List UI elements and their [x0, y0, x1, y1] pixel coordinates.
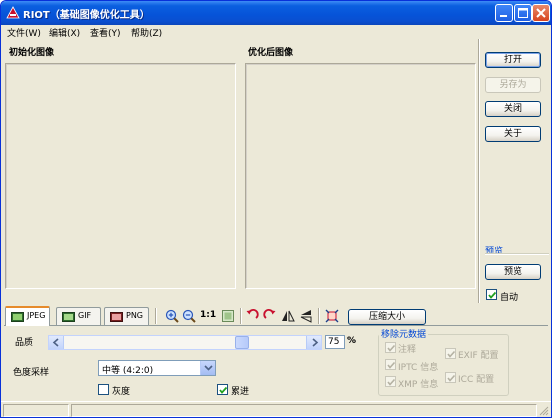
resize-grip-icon[interactable] [538, 405, 549, 416]
status-bar [1, 401, 551, 417]
grayscale-checkbox[interactable] [98, 384, 109, 395]
checkmark-icon [219, 386, 228, 394]
remove-iptc-checkbox[interactable] [385, 359, 396, 370]
remove-comments-checkbox[interactable] [385, 342, 396, 353]
checkmark-icon [447, 350, 456, 358]
about-button[interactable]: 关于 [485, 126, 541, 142]
remove-xmp-label: XMP 信息 [398, 380, 439, 390]
remove-exif-label: EXIF 配置 [458, 351, 499, 361]
png-file-icon [110, 312, 123, 322]
quality-unit: % [347, 336, 357, 346]
rotate-left-icon[interactable] [245, 309, 259, 323]
checkmark-icon [488, 291, 497, 299]
tab-gif-label: GIF [78, 311, 92, 320]
remove-exif-checkbox[interactable] [445, 348, 456, 359]
panel-divider [478, 39, 480, 303]
title-bar[interactable]: RIOT（基础图像优化工具） [1, 1, 551, 25]
zoom-out-icon[interactable] [182, 309, 196, 323]
minimize-icon [500, 15, 507, 17]
flip-vertical-icon[interactable] [299, 309, 313, 323]
close-icon [536, 8, 546, 18]
menu-edit[interactable]: 编辑(X) [49, 26, 80, 39]
fit-image-icon[interactable] [221, 309, 235, 323]
tab-png[interactable]: PNG [104, 307, 149, 325]
menu-help[interactable]: 帮助(Z) [131, 26, 162, 39]
quality-value-input[interactable]: 75 [325, 335, 345, 349]
save-as-button[interactable]: 另存为 [485, 77, 541, 93]
remove-xmp-checkbox[interactable] [385, 376, 396, 387]
slider-right-arrow[interactable] [306, 336, 321, 349]
progressive-label: 累进 [231, 387, 250, 397]
checkmark-icon [387, 378, 396, 386]
menu-file[interactable]: 文件(W) [7, 26, 41, 39]
app-window: RIOT（基础图像优化工具） 文件(W) 编辑(X) 查看(Y) 帮助(Z) 初… [0, 0, 552, 418]
maximize-icon [518, 8, 528, 18]
actual-size-button[interactable]: 1:1 [200, 310, 216, 320]
tab-gif[interactable]: GIF [56, 307, 101, 325]
tab-jpeg-label: JPEG [27, 311, 46, 320]
remove-icc-checkbox[interactable] [445, 372, 456, 383]
original-image-panel[interactable] [5, 63, 236, 289]
tab-strip-line [4, 325, 548, 326]
toolbar-separator [240, 308, 242, 324]
chevron-left-icon [52, 338, 59, 347]
quality-label: 品质 [15, 338, 34, 348]
chevron-down-icon [204, 365, 213, 371]
toolbar-separator [155, 308, 157, 324]
maximize-button[interactable] [514, 4, 532, 22]
optimized-image-label: 优化后图像 [248, 48, 294, 58]
window-title: RIOT（基础图像优化工具） [23, 10, 150, 21]
dropdown-button[interactable] [200, 361, 215, 375]
grayscale-label: 灰度 [112, 387, 131, 397]
progressive-checkbox[interactable] [217, 384, 228, 395]
auto-preview-checkbox[interactable] [486, 289, 497, 300]
flip-horizontal-icon[interactable] [281, 309, 295, 323]
tab-jpeg[interactable]: JPEG [5, 306, 50, 326]
preview-divider [485, 253, 549, 255]
chroma-subsampling-select[interactable]: 中等 (4:2:0) [98, 360, 216, 376]
remove-icc-label: ICC 配置 [458, 375, 495, 385]
status-pane-2 [71, 404, 537, 417]
chroma-subsampling-label: 色度采样 [13, 368, 50, 378]
toolbar-separator [318, 308, 320, 324]
checkmark-icon [447, 374, 456, 382]
open-button[interactable]: 打开 [485, 52, 541, 68]
crop-icon[interactable] [325, 309, 339, 323]
original-image-label: 初始化图像 [9, 48, 55, 58]
quality-slider[interactable] [48, 335, 322, 350]
preview-group-label: 预览 [485, 247, 504, 257]
close-button[interactable]: 关闭 [485, 101, 541, 117]
checkmark-icon [387, 361, 396, 369]
remove-iptc-label: IPTC 信息 [398, 363, 439, 373]
zoom-in-icon[interactable] [165, 309, 179, 323]
minimize-button[interactable] [495, 4, 513, 22]
rotate-right-icon[interactable] [263, 309, 277, 323]
status-pane-1 [3, 404, 69, 417]
gif-file-icon [62, 312, 75, 322]
tab-png-label: PNG [126, 311, 144, 320]
remove-metadata-title: 移除元数据 [379, 327, 429, 340]
chevron-right-icon [312, 338, 319, 347]
optimized-image-panel[interactable] [245, 63, 476, 289]
auto-preview-label: 自动 [500, 293, 519, 303]
preview-button[interactable]: 预览 [485, 264, 541, 280]
chroma-selected-value: 中等 (4:2:0) [102, 366, 154, 376]
compress-size-button[interactable]: 压缩大小 [348, 309, 426, 325]
close-window-button[interactable] [532, 4, 550, 22]
app-logo-icon [6, 6, 20, 19]
menu-bar: 文件(W) 编辑(X) 查看(Y) 帮助(Z) [1, 25, 551, 39]
menu-view[interactable]: 查看(Y) [90, 26, 121, 39]
slider-left-arrow[interactable] [49, 336, 64, 349]
jpeg-file-icon [11, 312, 24, 322]
checkmark-icon [387, 344, 396, 352]
remove-comments-label: 注释 [398, 345, 417, 355]
slider-thumb[interactable] [235, 336, 249, 349]
